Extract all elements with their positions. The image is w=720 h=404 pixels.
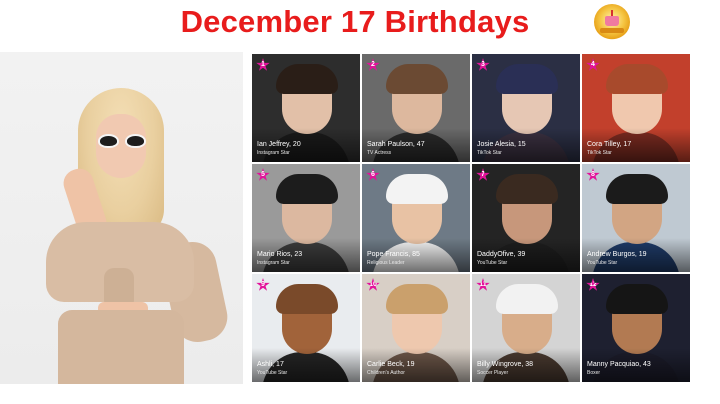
person-role: TV Actress (367, 150, 392, 156)
card-hair (606, 284, 668, 314)
birthday-cake-badge-icon (594, 4, 630, 40)
card-hair (276, 64, 338, 94)
person-card[interactable]: 7 DaddyOfive, 39 YouTube Star (472, 164, 580, 272)
person-name: Ashli, 17 (257, 361, 284, 368)
card-hair (386, 174, 448, 204)
person-name: Mario Rios, 23 (257, 251, 303, 258)
card-hair (606, 64, 668, 94)
person-role: Soccer Player (477, 370, 509, 376)
person-card[interactable]: 5 Mario Rios, 23 Instagram Star (252, 164, 360, 272)
person-card[interactable]: 11 Billy Wingrove, 38 Soccer Player (472, 274, 580, 382)
person-role: TikTok Star (587, 150, 612, 156)
person-name: Billy Wingrove, 38 (477, 361, 534, 368)
page-title: December 17 Birthdays (180, 4, 530, 39)
card-hair (496, 64, 558, 94)
person-card[interactable]: 9 Ashli, 17 YouTube Star (252, 274, 360, 382)
person-name: Ian Jeffrey, 20 (257, 141, 301, 148)
person-name: Cora Tilley, 17 (587, 141, 632, 148)
ribbon-shape (600, 28, 624, 33)
person-name: Josie Alesia, 15 (477, 141, 526, 148)
person-card[interactable]: 8 Andrew Burgos, 19 YouTube Star (582, 164, 690, 272)
person-role: TikTok Star (477, 150, 502, 156)
person-role: Boxer (587, 370, 601, 376)
featured-photo (0, 52, 243, 384)
person-card[interactable]: 3 Josie Alesia, 15 TikTok Star (472, 54, 580, 162)
person-name: Andrew Burgos, 19 (587, 251, 647, 258)
person-card[interactable]: 6 Pope Francis, 85 Religious Leader (362, 164, 470, 272)
person-role: YouTube Star (257, 370, 288, 376)
card-hair (276, 174, 338, 204)
sunglasses-icon (98, 134, 146, 148)
card-hair (496, 174, 558, 204)
person-role: YouTube Star (477, 260, 508, 266)
birthday-grid: 1 Ian Jeffrey, 20 Instagram Star 2 Sarah Pau… (252, 54, 692, 384)
person-card[interactable]: 1 Ian Jeffrey, 20 Instagram Star (252, 54, 360, 162)
person-name: Sarah Paulson, 47 (367, 141, 425, 148)
card-hair (276, 284, 338, 314)
card-hair (386, 64, 448, 94)
person-role: Instagram Star (257, 260, 290, 266)
person-name: Carlie Beck, 19 (367, 361, 415, 368)
person-role: Religious Leader (367, 260, 405, 266)
person-role: Children's Author (367, 370, 405, 376)
person-role: Instagram Star (257, 150, 290, 156)
person-name: Manny Pacquiao, 43 (587, 361, 651, 368)
person-card[interactable]: 10 Carlie Beck, 19 Children's Author (362, 274, 470, 382)
person-name: Pope Francis, 85 (367, 251, 420, 258)
card-hair (496, 284, 558, 314)
featured-skirt (58, 310, 184, 384)
person-card[interactable]: 4 Cora Tilley, 17 TikTok Star (582, 54, 690, 162)
person-name: DaddyOfive, 39 (477, 251, 526, 258)
person-role: YouTube Star (587, 260, 618, 266)
cake-shape (605, 10, 619, 26)
person-card[interactable]: 12 Manny Pacquiao, 43 Boxer (582, 274, 690, 382)
person-card[interactable]: 2 Sarah Paulson, 47 TV Actress (362, 54, 470, 162)
card-hair (606, 174, 668, 204)
card-hair (386, 284, 448, 314)
